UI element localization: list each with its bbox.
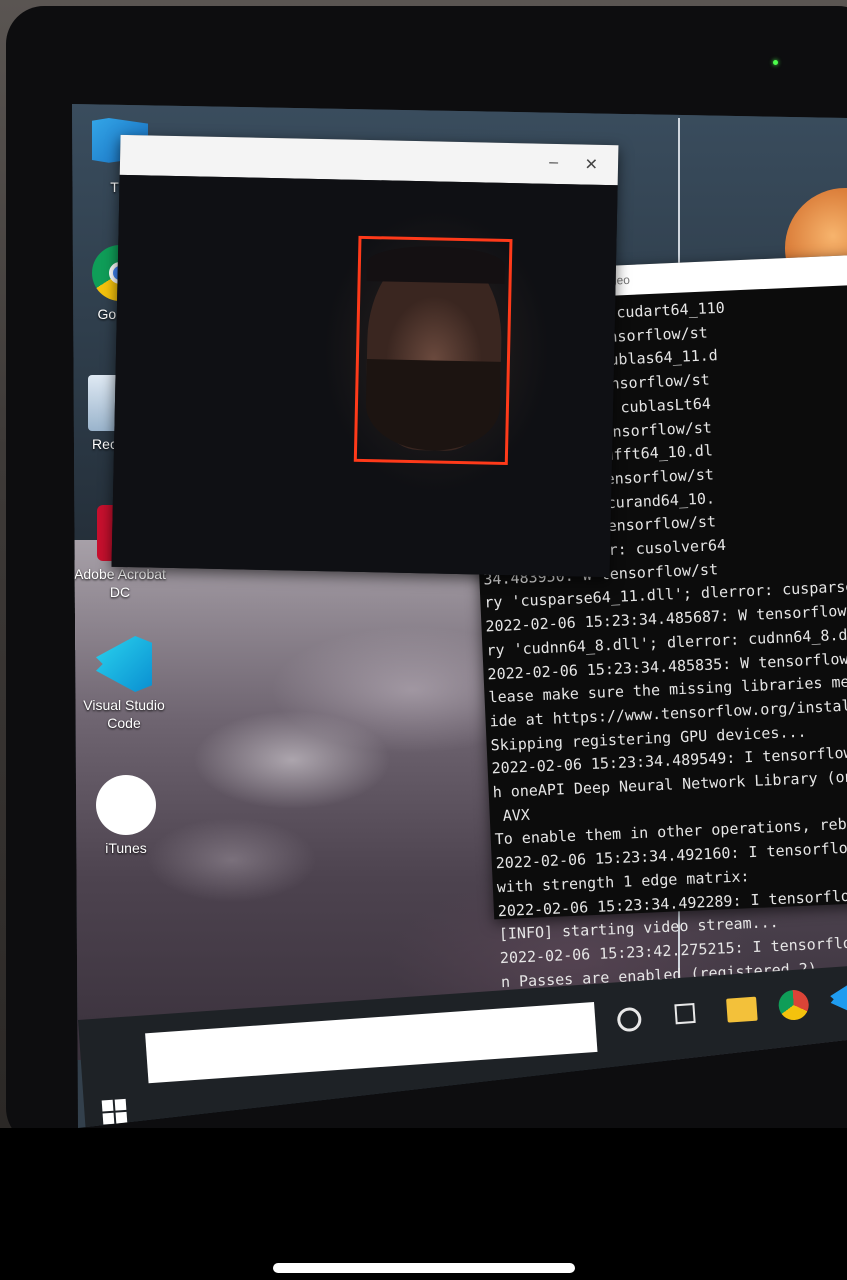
home-indicator[interactable] <box>273 1263 575 1273</box>
desktop-icon-label: Adobe Acrobat DC <box>74 566 166 600</box>
vscode-icon <box>96 636 152 692</box>
chrome-taskbar-icon[interactable] <box>777 989 810 1022</box>
camera-feed <box>111 174 618 578</box>
itunes-icon <box>96 775 156 835</box>
desktop-screen: Thi Go Chr Recy Adobe Acrobat DC Visual … <box>72 104 847 1128</box>
camera-window[interactable]: – ✕ <box>111 134 619 578</box>
close-button[interactable]: ✕ <box>584 155 598 175</box>
vscode-taskbar-icon[interactable] <box>829 984 847 1014</box>
face-bounding-box <box>353 235 513 466</box>
phone-bottom-bar <box>0 1128 847 1280</box>
camera-led <box>773 60 778 65</box>
taskbar-search-box[interactable] <box>145 1001 598 1084</box>
desktop-icon-itunes[interactable]: iTunes <box>78 775 174 857</box>
photo-background: Thi Go Chr Recy Adobe Acrobat DC Visual … <box>0 0 847 1128</box>
task-view-icon[interactable] <box>674 1002 696 1025</box>
desktop-icon-vscode[interactable]: Visual Studio Code <box>76 636 172 732</box>
cortana-icon[interactable] <box>616 1006 643 1033</box>
desktop-icon-label: iTunes <box>105 840 147 856</box>
file-explorer-icon[interactable] <box>726 996 758 1023</box>
hair-image <box>366 245 506 284</box>
start-icon[interactable] <box>101 1098 128 1125</box>
beard-image <box>365 359 501 452</box>
desktop-icon-label: Visual Studio Code <box>83 697 165 731</box>
minimize-button[interactable]: – <box>549 154 558 172</box>
